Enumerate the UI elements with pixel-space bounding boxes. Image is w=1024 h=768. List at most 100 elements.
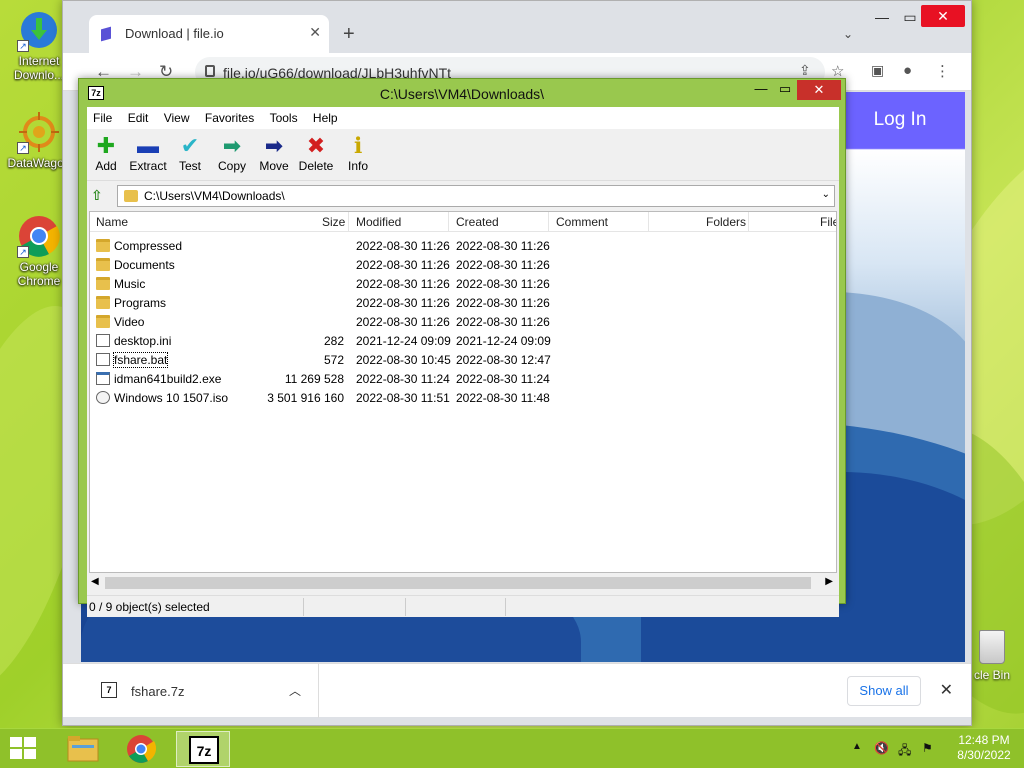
network-icon[interactable]: 🖧 <box>898 741 911 762</box>
desktop-icon-label: cle Bin <box>973 668 1011 682</box>
file-row[interactable]: fshare.bat 572 2022-08-30 10:45 2022-08-30 … <box>90 350 836 369</box>
file-modified: 2022-08-30 10:45 <box>356 353 451 367</box>
7zip-status-bar: 0 / 9 object(s) selected <box>87 595 839 617</box>
status-divider <box>303 598 304 616</box>
desktop-icon-label: Google Chrome <box>17 260 61 288</box>
7zip-title-bar[interactable]: 7z C:\Users\VM4\Downloads\ — ▭ ✕ <box>79 79 845 107</box>
column-size[interactable]: Size <box>322 215 345 229</box>
tab-close-icon[interactable]: ✕ <box>309 24 321 41</box>
extract-button[interactable]: ▬ Extract <box>125 133 171 173</box>
taskbar-google-chrome[interactable] <box>114 731 168 767</box>
chrome-tab-bar: Download | file.io ✕ + ⌄ — ▭ ✕ <box>63 1 971 53</box>
file-modified: 2022-08-30 11:26 <box>356 258 450 272</box>
desktop-icon-label: Internet Downlo... <box>13 54 65 82</box>
path-combobox[interactable]: C:\Users\VM4\Downloads\ ⌄ <box>117 185 835 207</box>
move-button[interactable]: ➡ Move <box>251 133 297 173</box>
extract-label: Extract <box>129 159 167 173</box>
menu-edit[interactable]: Edit <box>122 107 155 129</box>
idm-icon: ↗ <box>17 8 61 52</box>
action-center-flag-icon[interactable]: ⚑ <box>922 741 933 755</box>
7zip-minimize-button[interactable]: — <box>749 81 773 96</box>
move-icon: ➡ <box>264 133 284 158</box>
start-button[interactable] <box>10 737 38 761</box>
file-size: 282 <box>323 334 344 348</box>
column-divider[interactable] <box>548 212 549 232</box>
taskbar-clock[interactable]: 12:48 PM 8/30/2022 <box>952 733 1016 763</box>
menu-kebab-icon[interactable]: ⋮ <box>935 62 950 80</box>
column-modified[interactable]: Modified <box>356 215 401 229</box>
browser-tab[interactable]: Download | file.io ✕ <box>89 15 329 53</box>
column-divider[interactable] <box>748 212 749 232</box>
add-button[interactable]: ✚ Add <box>83 133 129 173</box>
share-icon[interactable]: ⇪ <box>799 62 811 79</box>
7zip-close-button[interactable]: ✕ <box>797 80 841 100</box>
volume-muted-icon[interactable]: 🔇 <box>874 741 889 755</box>
file-row[interactable]: idman641build2.exe 11 269 528 2022-08-30 1… <box>90 369 836 388</box>
7zip-window-title: C:\Users\VM4\Downloads\ <box>379 86 545 102</box>
column-divider[interactable] <box>448 212 449 232</box>
taskbar: 7z ▲ 🔇 🖧 ⚑ 12:48 PM 8/30/2022 <box>0 728 1024 768</box>
column-name[interactable]: Name <box>96 215 128 229</box>
clock-date: 8/30/2022 <box>957 748 1011 762</box>
delete-button[interactable]: ✖ Delete <box>293 133 339 173</box>
menu-view[interactable]: View <box>158 107 196 129</box>
file-row[interactable]: Video 2022-08-30 11:26 2022-08-30 11:26 <box>90 312 836 331</box>
up-folder-icon[interactable]: ⇧ <box>91 187 109 205</box>
7zip-address-bar: ⇧ C:\Users\VM4\Downloads\ ⌄ <box>87 183 839 209</box>
column-folders[interactable]: Folders <box>706 215 746 229</box>
info-button[interactable]: ℹ Info <box>335 133 381 173</box>
file-list[interactable]: Name Size Modified Created Comment Folde… <box>89 211 837 573</box>
menu-favorites[interactable]: Favorites <box>199 107 260 129</box>
column-divider[interactable] <box>648 212 649 232</box>
profile-avatar-icon[interactable]: ● <box>903 62 912 79</box>
file-row[interactable]: desktop.ini 282 2021-12-24 09:09 2021-12-24… <box>90 331 836 350</box>
chrome-icon <box>127 735 157 763</box>
new-tab-button[interactable]: + <box>343 23 355 46</box>
file-created: 2022-08-30 11:48 <box>456 391 550 405</box>
info-label: Info <box>347 159 368 173</box>
column-divider[interactable] <box>348 212 349 232</box>
horizontal-scrollbar[interactable]: ◀ ▶ <box>89 575 837 591</box>
file-modified: 2022-08-30 11:26 <box>356 277 450 291</box>
file-row[interactable]: Windows 10 1507.iso 3 501 916 160 2022-08-… <box>90 388 836 407</box>
column-files[interactable]: File <box>820 215 836 229</box>
download-bar-close-icon[interactable]: ✕ <box>940 680 953 700</box>
menu-help[interactable]: Help <box>307 107 344 129</box>
tab-search-chevron-icon[interactable]: ⌄ <box>843 27 853 41</box>
show-hidden-icons-chevron-icon[interactable]: ▲ <box>852 741 862 752</box>
file-row[interactable]: Programs 2022-08-30 11:26 2022-08-30 11:26 <box>90 293 836 312</box>
7zip-maximize-button[interactable]: ▭ <box>773 81 797 97</box>
side-panel-icon[interactable]: ▣ <box>871 62 884 79</box>
download-item[interactable]: 7 fshare.7z ︿ <box>63 664 319 718</box>
column-comment[interactable]: Comment <box>556 215 608 229</box>
taskbar-7zip[interactable]: 7z <box>176 731 230 767</box>
chrome-minimize-button[interactable]: — <box>867 9 897 25</box>
chevron-down-icon[interactable]: ⌄ <box>822 189 830 200</box>
file-explorer-icon <box>67 736 99 762</box>
file-name: desktop.ini <box>114 334 172 348</box>
taskbar-file-explorer[interactable] <box>56 731 110 767</box>
folder-icon <box>96 258 110 271</box>
file-row[interactable]: Music 2022-08-30 11:26 2022-08-30 11:26 <box>90 274 836 293</box>
folder-icon <box>96 239 110 252</box>
test-button[interactable]: ✔ Test <box>167 133 213 173</box>
scrollbar-thumb[interactable] <box>105 577 811 589</box>
scroll-left-icon[interactable]: ◀ <box>91 576 99 587</box>
download-options-chevron-icon[interactable]: ︿ <box>289 682 301 699</box>
file-row[interactable]: Compressed 2022-08-30 11:26 2022-08-30 11:… <box>90 236 836 255</box>
file-created: 2022-08-30 11:24 <box>456 372 550 386</box>
download-filename: fshare.7z <box>131 684 185 699</box>
chrome-close-button[interactable]: ✕ <box>921 5 965 27</box>
windows-logo-icon <box>10 737 22 747</box>
file-size: 3 501 916 160 <box>267 391 344 405</box>
shortcut-arrow-icon: ↗ <box>17 246 29 258</box>
menu-tools[interactable]: Tools <box>264 107 304 129</box>
menu-file[interactable]: File <box>87 107 118 129</box>
file-row[interactable]: Documents 2022-08-30 11:26 2022-08-30 11:2… <box>90 255 836 274</box>
file-modified: 2022-08-30 11:51 <box>356 391 450 405</box>
show-all-button[interactable]: Show all <box>847 676 921 706</box>
column-created[interactable]: Created <box>456 215 499 229</box>
login-link[interactable]: Log In <box>835 92 965 148</box>
scroll-right-icon[interactable]: ▶ <box>825 576 833 587</box>
copy-button[interactable]: ➡ Copy <box>209 133 255 173</box>
